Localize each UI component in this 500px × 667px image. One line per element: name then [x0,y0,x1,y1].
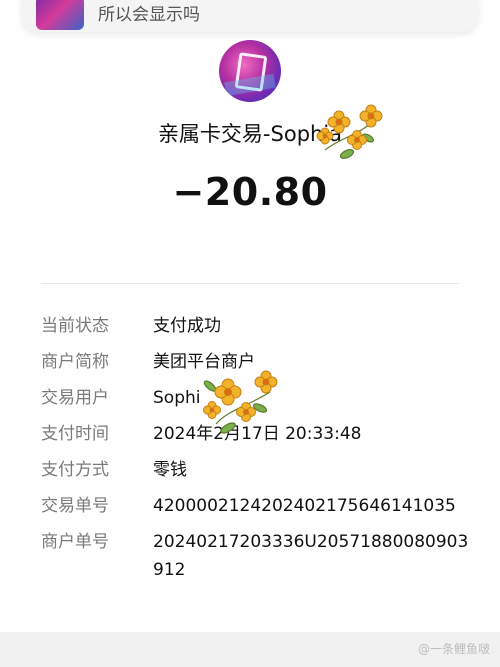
transaction-detail-page: 所以会显示吗 亲属卡交易-Sophia −20.80 当前状态 支付成功 商户简… [0,0,500,667]
notification-text: 所以会显示吗 [98,5,200,25]
detail-value[interactable]: 4200002124202402175646141035 [153,492,471,520]
detail-label: 支付方式 [41,460,109,480]
detail-row-transaction-id: 交易单号 4200002124202402175646141035 [41,492,471,520]
detail-label: 交易用户 [41,388,109,408]
detail-value: 支付成功 [153,316,221,336]
detail-row-merchant: 商户简称 美团平台商户 [41,348,471,376]
detail-row-pay-method: 支付方式 零钱 [41,456,471,484]
detail-label: 支付时间 [41,424,109,444]
notification-thumbnail [36,0,84,30]
transaction-title: 亲属卡交易-Sophia [157,122,343,146]
detail-row-user: 交易用户 Sophi [41,384,471,412]
detail-value: 零钱 [153,460,187,480]
divider [41,283,459,284]
detail-label: 商户简称 [41,352,109,372]
detail-row-merchant-order-id: 商户单号 20240217203336U20571880080903912 [41,528,471,584]
detail-value: Sophi [153,388,201,408]
detail-label: 当前状态 [41,316,109,336]
notification-banner[interactable]: 所以会显示吗 [22,0,478,32]
transaction-amount: −20.80 [172,170,328,214]
detail-row-pay-time: 支付时间 2024年2月17日 20:33:48 [41,420,471,448]
detail-value: 2024年2月17日 20:33:48 [153,424,362,444]
detail-value[interactable]: 20240217203336U20571880080903912 [153,528,471,584]
watermark-text: @一条鲤鱼啵 [417,642,490,656]
avatar [219,40,281,102]
detail-value: 美团平台商户 [153,352,255,372]
detail-row-status: 当前状态 支付成功 [41,312,471,340]
detail-label: 交易单号 [41,496,109,516]
details-list: 当前状态 支付成功 商户简称 美团平台商户 交易用户 Sophi 支付时间 20… [41,312,471,592]
detail-label: 商户单号 [41,532,109,552]
